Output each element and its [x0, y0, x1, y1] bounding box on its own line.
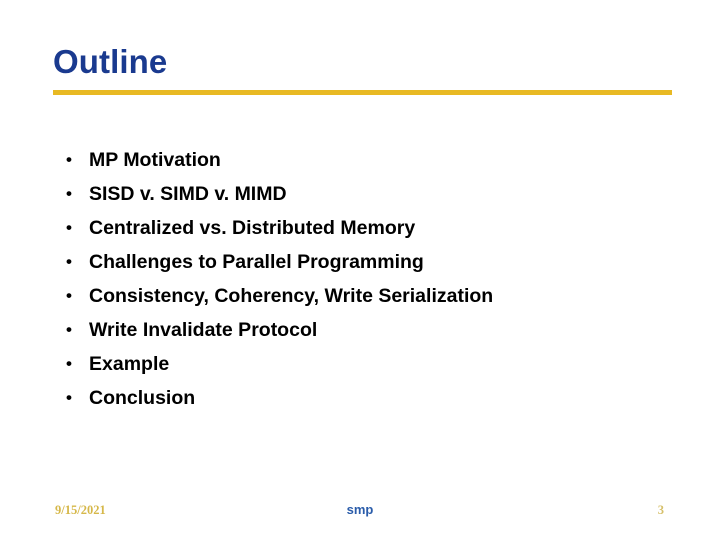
list-item: • Centralized vs. Distributed Memory	[60, 211, 680, 245]
page-title: Outline	[53, 43, 168, 80]
list-item-label: SISD v. SIMD v. MIMD	[89, 183, 287, 205]
bullet-point-icon: •	[66, 218, 72, 237]
footer-deck-label: smp	[346, 502, 374, 517]
bullet-point-icon: •	[66, 286, 72, 305]
bullet-point-icon: •	[66, 354, 72, 373]
bullet-point-icon: •	[66, 184, 72, 203]
list-item: • Example	[60, 347, 680, 381]
list-item-label: MP Motivation	[89, 149, 221, 171]
footer-page-number: 3	[657, 503, 664, 517]
list-item-label: Challenges to Parallel Programming	[89, 251, 424, 273]
list-item-label: Consistency, Coherency, Write Serializat…	[89, 285, 494, 307]
slide-footer: 9/15/2021 smp 3	[0, 500, 720, 524]
outline-bullet-list: • MP Motivation • SISD v. SIMD v. MIMD •…	[60, 143, 680, 415]
list-item: • Challenges to Parallel Programming	[60, 245, 680, 279]
slide-body: • MP Motivation • SISD v. SIMD v. MIMD •…	[60, 143, 680, 415]
bullet-point-icon: •	[66, 252, 72, 271]
slide-title-block: Outline	[53, 42, 673, 88]
presentation-slide: Outline • MP Motivation • SISD v. SIMD v…	[0, 0, 720, 540]
list-item-label: Centralized vs. Distributed Memory	[89, 217, 416, 239]
bullet-point-icon: •	[66, 320, 72, 339]
list-item: • Write Invalidate Protocol	[60, 313, 680, 347]
list-item-label: Conclusion	[89, 387, 196, 409]
list-item-label: Example	[89, 353, 170, 375]
title-divider-rule	[53, 90, 672, 95]
list-item: • Conclusion	[60, 381, 680, 415]
list-item: • Consistency, Coherency, Write Serializ…	[60, 279, 680, 313]
list-item: • MP Motivation	[60, 143, 680, 177]
list-item-label: Write Invalidate Protocol	[89, 319, 318, 341]
bullet-point-icon: •	[66, 150, 72, 169]
bullet-point-icon: •	[66, 388, 72, 407]
list-item: • SISD v. SIMD v. MIMD	[60, 177, 680, 211]
